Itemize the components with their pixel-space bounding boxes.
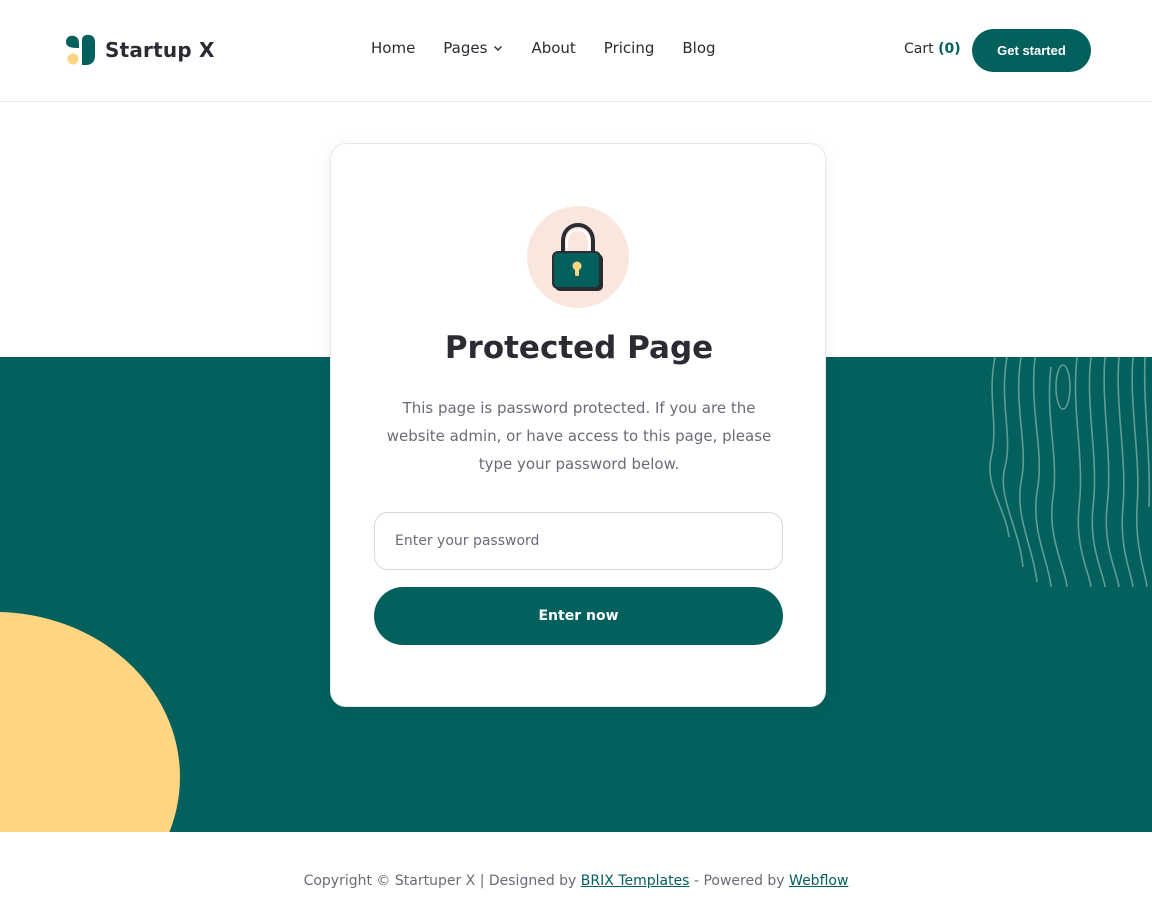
cart-link[interactable]: Cart (0) (904, 41, 961, 57)
page: Startup X Home Pages About Pricing Blog … (0, 0, 1152, 924)
main-nav: Home Pages About Pricing Blog (371, 39, 716, 57)
page-description: This page is password protected. If you … (386, 399, 772, 473)
powered-by-text: - Powered by (693, 873, 785, 889)
password-input[interactable] (374, 512, 783, 570)
copyright-text: Copyright © Startuper X | Designed by (303, 873, 577, 889)
nav-item-label: Pricing (603, 39, 655, 57)
enter-now-button[interactable]: Enter now (374, 587, 783, 645)
site-footer: Copyright © Startuper X | Designed by BR… (0, 873, 1152, 889)
brix-templates-link[interactable]: BRIX Templates (581, 873, 690, 889)
nav-item-label: Pages (443, 39, 488, 57)
nav-item-label: About (531, 39, 576, 57)
brand-logo[interactable]: Startup X (64, 34, 215, 66)
cart-label: Cart (904, 41, 934, 57)
webflow-link[interactable]: Webflow (789, 873, 848, 889)
cart-count: (0) (938, 41, 961, 57)
password-card: Protected Page This page is password pro… (330, 143, 826, 707)
logo-icon (66, 34, 95, 65)
brand-name: Startup X (105, 38, 215, 62)
decorative-circle (0, 612, 180, 832)
nav-item-blog[interactable]: Blog (682, 39, 715, 57)
wood-grain-pattern (989, 357, 1151, 587)
nav-item-pricing[interactable]: Pricing (604, 39, 655, 57)
nav-item-home[interactable]: Home (371, 39, 415, 57)
site-header: Startup X Home Pages About Pricing Blog … (0, 0, 1152, 102)
nav-item-pages[interactable]: Pages (443, 39, 503, 57)
lock-badge (527, 206, 629, 308)
nav-item-about[interactable]: About (531, 39, 575, 57)
lock-icon (552, 222, 603, 291)
page-title: Protected Page (444, 330, 714, 366)
get-started-button[interactable]: Get started (972, 29, 1091, 72)
nav-item-label: Home (371, 39, 416, 57)
nav-item-label: Blog (682, 39, 716, 57)
chevron-down-icon (494, 46, 503, 51)
